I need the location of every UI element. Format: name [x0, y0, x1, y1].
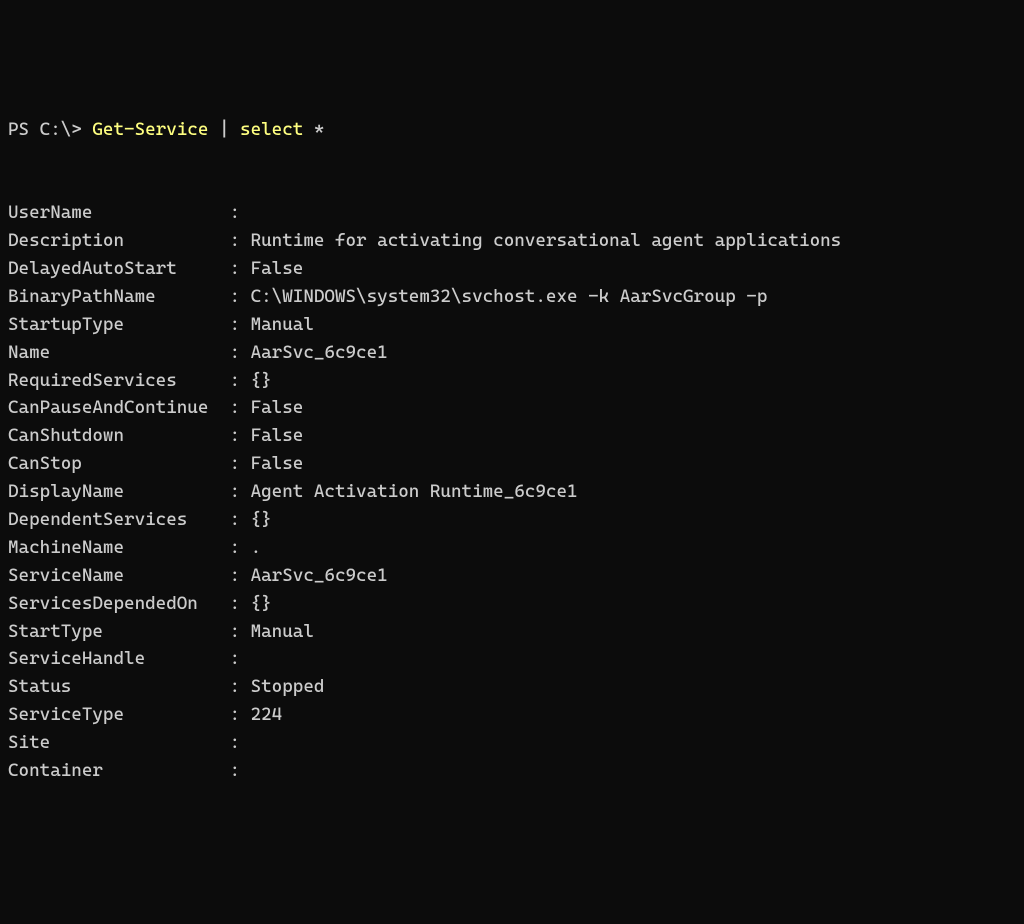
- property-name: DisplayName: [8, 478, 229, 506]
- property-name: DelayedAutoStart: [8, 255, 229, 283]
- property-row: Name : AarSvc_6c9ce1: [8, 339, 1016, 367]
- property-separator: :: [229, 255, 250, 283]
- property-separator: :: [229, 311, 250, 339]
- property-separator: :: [229, 506, 250, 534]
- prompt-prefix: PS C:\>: [8, 119, 92, 140]
- cmdlet-select: select: [240, 119, 303, 140]
- property-value: False: [251, 255, 304, 283]
- property-value: {}: [251, 506, 272, 534]
- property-name: ServiceHandle: [8, 645, 229, 673]
- property-separator: :: [229, 701, 250, 729]
- property-name: Site: [8, 729, 229, 757]
- property-value: {}: [251, 590, 272, 618]
- property-row: StartType : Manual: [8, 618, 1016, 646]
- property-separator: :: [229, 757, 250, 785]
- output-block: UserName : Description : Runtime for act…: [8, 199, 1016, 785]
- property-name: BinaryPathName: [8, 283, 229, 311]
- property-value: C:\WINDOWS\system32\svchost.exe -k AarSv…: [251, 283, 768, 311]
- property-name: CanStop: [8, 450, 229, 478]
- property-name: Status: [8, 673, 229, 701]
- cmdlet-getservice: Get-Service: [92, 119, 208, 140]
- cmd-rest: *: [303, 119, 324, 140]
- property-separator: :: [229, 590, 250, 618]
- property-name: Name: [8, 339, 229, 367]
- property-separator: :: [229, 729, 250, 757]
- property-name: RequiredServices: [8, 367, 229, 395]
- property-separator: :: [229, 339, 250, 367]
- property-row: Site :: [8, 729, 1016, 757]
- property-name: CanShutdown: [8, 422, 229, 450]
- property-separator: :: [229, 450, 250, 478]
- property-row: DelayedAutoStart : False: [8, 255, 1016, 283]
- property-name: DependentServices: [8, 506, 229, 534]
- property-separator: :: [229, 227, 250, 255]
- property-row: Container :: [8, 757, 1016, 785]
- property-separator: :: [229, 673, 250, 701]
- property-row: DisplayName : Agent Activation Runtime_6…: [8, 478, 1016, 506]
- property-row: StartupType : Manual: [8, 311, 1016, 339]
- property-name: ServiceName: [8, 562, 229, 590]
- property-name: ServiceType: [8, 701, 229, 729]
- property-value: AarSvc_6c9ce1: [251, 562, 388, 590]
- property-value: Stopped: [251, 673, 325, 701]
- property-separator: :: [229, 618, 250, 646]
- property-name: CanPauseAndContinue: [8, 394, 229, 422]
- property-value: 224: [251, 701, 283, 729]
- property-row: ServicesDependedOn : {}: [8, 590, 1016, 618]
- property-value: Runtime for activating conversational ag…: [251, 227, 842, 255]
- property-name: Description: [8, 227, 229, 255]
- property-value: False: [251, 422, 304, 450]
- property-separator: :: [229, 562, 250, 590]
- property-value: Manual: [251, 311, 314, 339]
- property-separator: :: [229, 478, 250, 506]
- property-row: RequiredServices : {}: [8, 367, 1016, 395]
- pipe-operator: |: [208, 119, 240, 140]
- property-row: ServiceHandle :: [8, 645, 1016, 673]
- property-separator: :: [229, 645, 250, 673]
- property-value: Agent Activation Runtime_6c9ce1: [251, 478, 578, 506]
- property-row: ServiceName : AarSvc_6c9ce1: [8, 562, 1016, 590]
- property-row: Status : Stopped: [8, 673, 1016, 701]
- property-row: BinaryPathName : C:\WINDOWS\system32\svc…: [8, 283, 1016, 311]
- property-separator: :: [229, 394, 250, 422]
- property-row: DependentServices : {}: [8, 506, 1016, 534]
- property-separator: :: [229, 199, 250, 227]
- property-name: MachineName: [8, 534, 229, 562]
- property-name: UserName: [8, 199, 229, 227]
- property-separator: :: [229, 367, 250, 395]
- property-row: CanShutdown : False: [8, 422, 1016, 450]
- property-row: CanStop : False: [8, 450, 1016, 478]
- property-separator: :: [229, 283, 250, 311]
- property-value: .: [251, 534, 262, 562]
- property-separator: :: [229, 422, 250, 450]
- property-separator: :: [229, 534, 250, 562]
- property-name: Container: [8, 757, 229, 785]
- property-value: Manual: [251, 618, 314, 646]
- property-value: AarSvc_6c9ce1: [251, 339, 388, 367]
- property-row: UserName :: [8, 199, 1016, 227]
- command-prompt-line[interactable]: PS C:\> Get-Service | select *: [8, 116, 1016, 144]
- property-row: Description : Runtime for activating con…: [8, 227, 1016, 255]
- property-row: MachineName : .: [8, 534, 1016, 562]
- property-value: {}: [251, 367, 272, 395]
- property-value: False: [251, 450, 304, 478]
- property-name: ServicesDependedOn: [8, 590, 229, 618]
- property-row: ServiceType : 224: [8, 701, 1016, 729]
- property-value: False: [251, 394, 304, 422]
- property-name: StartupType: [8, 311, 229, 339]
- property-row: CanPauseAndContinue : False: [8, 394, 1016, 422]
- property-name: StartType: [8, 618, 229, 646]
